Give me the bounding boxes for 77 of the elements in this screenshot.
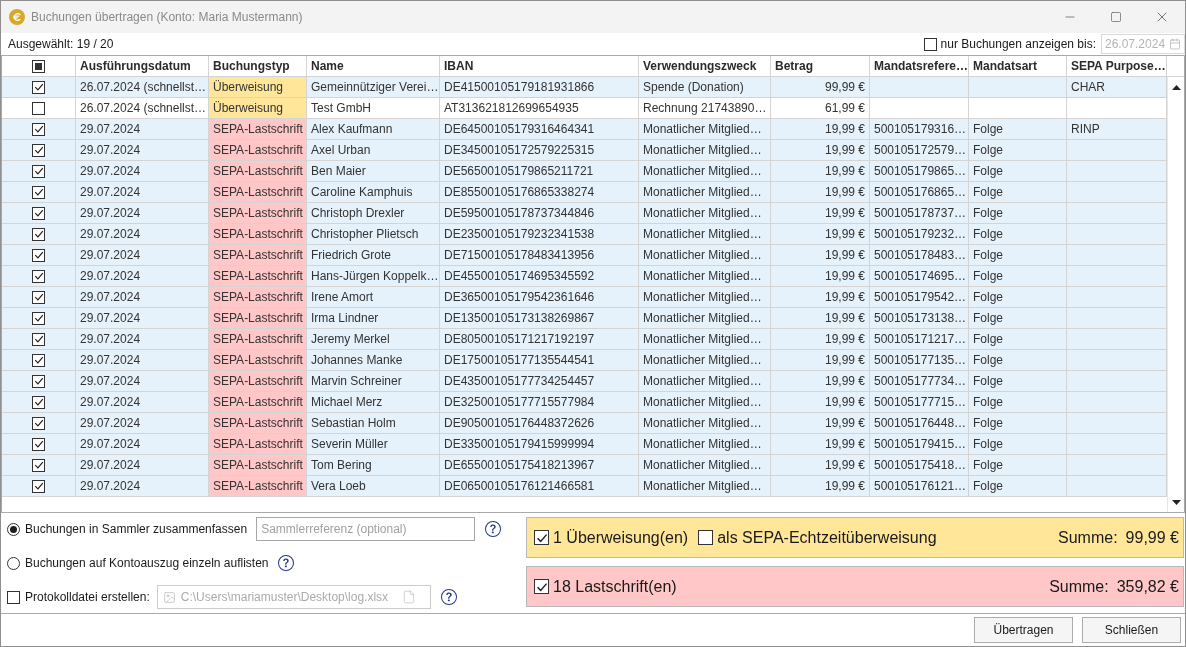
table-cell: 19,99 € xyxy=(771,476,870,497)
table-cell: SEPA-Lastschrift xyxy=(209,371,307,392)
checkbox-label: 1 Überweisung(en) xyxy=(553,527,689,548)
checkbox[interactable] xyxy=(32,290,45,304)
checkbox[interactable] xyxy=(32,395,45,409)
checkbox[interactable] xyxy=(32,416,45,430)
checkbox[interactable] xyxy=(32,353,45,367)
checkbox[interactable] xyxy=(32,122,45,136)
table-cell: DE06500105176121466581 xyxy=(440,476,639,497)
checkbox-label: als SEPA-Echtzeitüberweisung xyxy=(717,527,937,548)
checkbox[interactable] xyxy=(534,579,549,594)
filter-label: nur Buchungen anzeigen bis: xyxy=(940,36,1096,53)
table-cell: Überweisung xyxy=(209,77,307,98)
sum-label: Summe: xyxy=(1049,576,1109,597)
table-cell: SEPA-Lastschrift xyxy=(209,476,307,497)
table-cell: SEPA-Lastschrift xyxy=(209,140,307,161)
table-cell: SEPA-Lastschrift xyxy=(209,455,307,476)
table-cell: Überweisung xyxy=(209,98,307,119)
help-icon[interactable] xyxy=(277,555,294,571)
table-cell: SEPA-Lastschrift xyxy=(209,329,307,350)
checkbox[interactable] xyxy=(32,101,45,115)
checkbox[interactable] xyxy=(32,143,45,157)
checkbox[interactable] xyxy=(32,437,45,451)
table-cell: SEPA-Lastschrift xyxy=(209,266,307,287)
checkbox[interactable] xyxy=(32,164,45,178)
checkbox[interactable] xyxy=(698,530,714,545)
table-cell: SEPA-Lastschrift xyxy=(209,119,307,140)
euro-coin-icon xyxy=(9,9,25,25)
checkbox[interactable] xyxy=(32,458,45,472)
window-title: Buchungen übertragen (Konto: Maria Mustermann) xyxy=(31,9,303,26)
table-cell: SEPA-Lastschrift xyxy=(209,413,307,434)
table-cell: Folge xyxy=(969,476,1067,497)
image-icon xyxy=(162,590,176,604)
table-cell: SEPA-Lastschrift xyxy=(209,245,307,266)
radio-button[interactable] xyxy=(7,522,20,536)
help-icon[interactable] xyxy=(485,521,502,537)
help-icon[interactable] xyxy=(440,589,457,605)
table-cell: SEPA-Lastschrift xyxy=(209,392,307,413)
checkbox[interactable] xyxy=(32,374,45,388)
checkbox-label: Protokolldatei erstellen: xyxy=(25,589,150,606)
checkbox[interactable] xyxy=(32,206,45,220)
checkbox[interactable] xyxy=(32,227,45,241)
radio-label: Buchungen auf Kontoauszug einzeln auflisten xyxy=(25,555,269,572)
table-cell: SEPA-Lastschrift xyxy=(209,287,307,308)
sum-label: Summe: xyxy=(1058,527,1118,548)
dialog-button[interactable]: Übertragen xyxy=(974,617,1073,643)
sum-value: 99,99 € xyxy=(1125,527,1179,548)
scrollbar[interactable] xyxy=(1167,77,1184,512)
checkbox[interactable] xyxy=(32,332,45,346)
table-cell: Vera Loeb xyxy=(307,476,440,497)
checkbox[interactable] xyxy=(32,185,45,199)
radio-label: Buchungen in Sammler zusammenfassen xyxy=(25,521,248,538)
checkbox[interactable] xyxy=(32,80,45,94)
table-cell: SEPA-Lastschrift xyxy=(209,182,307,203)
collector-reference-field[interactable]: Sammlerreferenz (optional) xyxy=(256,517,476,541)
checkbox[interactable] xyxy=(32,479,45,493)
scroll-up-icon[interactable] xyxy=(1171,85,1181,90)
table-cell: SEPA-Lastschrift xyxy=(209,350,307,371)
table-cell: Monatlicher Mitglied… xyxy=(639,476,771,497)
selection-count: Ausgewählt: 19 / 20 xyxy=(8,36,114,53)
select-all-checkbox[interactable] xyxy=(32,59,45,73)
table-cell: SEPA-Lastschrift xyxy=(209,224,307,245)
table-cell: SEPA-Lastschrift xyxy=(209,434,307,455)
checkbox[interactable] xyxy=(32,269,45,283)
table-cell: 500105176121… xyxy=(870,476,969,497)
dialog-button[interactable]: Schließen xyxy=(1082,617,1181,643)
maximize-icon xyxy=(1110,11,1122,23)
scroll-down-icon[interactable] xyxy=(1171,500,1181,505)
radio-button[interactable] xyxy=(7,556,20,570)
table-cell: SEPA-Lastschrift xyxy=(209,203,307,224)
checkbox[interactable] xyxy=(534,530,549,545)
table-cell: SEPA-Lastschrift xyxy=(209,161,307,182)
checkbox[interactable] xyxy=(32,311,45,325)
sum-value: 359,82 € xyxy=(1116,576,1179,597)
checkbox-label: 18 Lastschrift(en) xyxy=(553,576,677,597)
table-cell: SEPA-Lastschrift xyxy=(209,308,307,329)
checkbox[interactable] xyxy=(32,248,45,262)
